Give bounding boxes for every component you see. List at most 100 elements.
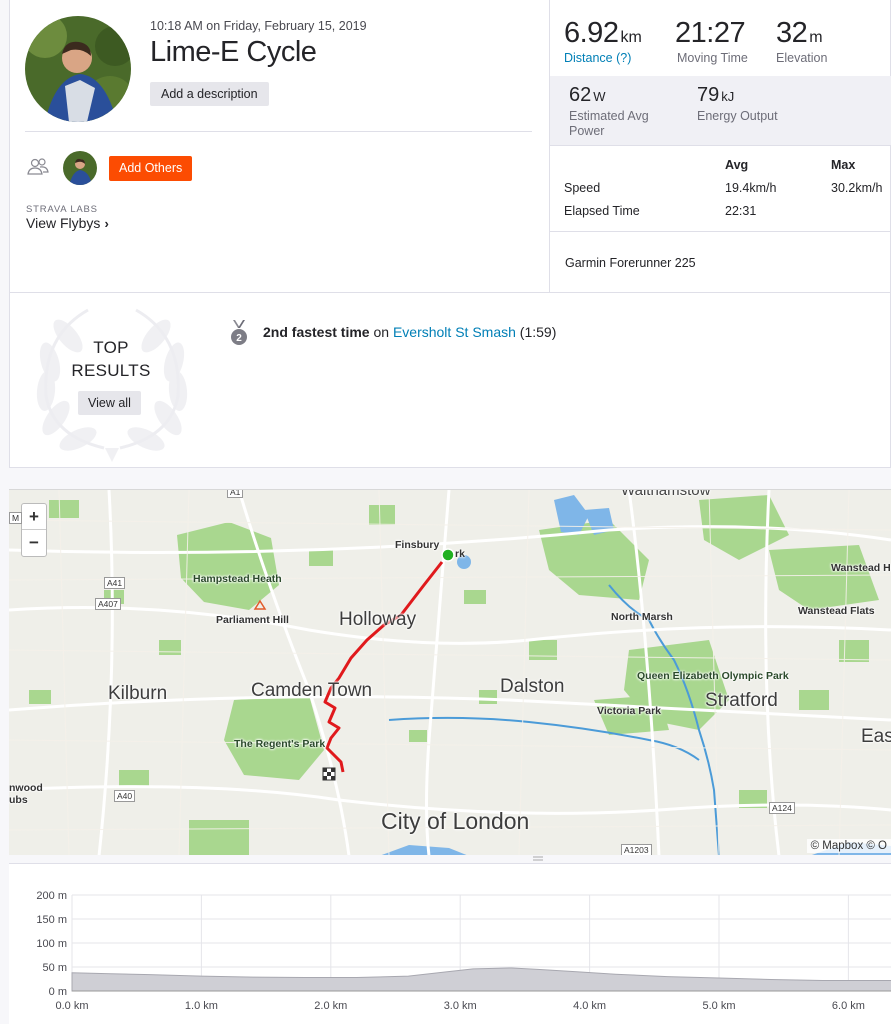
- place-label: Stratford: [705, 690, 778, 711]
- elevation-chart-plot: 200 m 150 m 100 m 50 m 0 m 0.0 km 1.0 km 2.0 km…: [36, 890, 891, 1012]
- group-icon: [27, 158, 49, 175]
- road-shield: A41: [104, 577, 126, 589]
- activity-stats: 6.92 km Distance (?) 21:27 Moving Time 32…: [549, 0, 891, 292]
- distance-label-link[interactable]: Distance (?): [564, 51, 642, 65]
- x-tick-label: 6.0 km: [832, 1000, 865, 1012]
- divider: [10, 292, 891, 293]
- elevation-label: Elevation: [776, 51, 828, 65]
- place-label: City of London: [381, 808, 530, 834]
- segment-link[interactable]: Eversholt St Smash: [393, 324, 516, 340]
- add-others-button[interactable]: Add Others: [109, 156, 193, 181]
- table-cell: 22:31: [725, 204, 757, 218]
- stat-energy: 79 kJ Energy Output: [697, 84, 807, 124]
- place-label: Walthamstow: [621, 489, 711, 499]
- elevation-area: [71, 967, 891, 992]
- add-description-button[interactable]: Add a description: [150, 82, 269, 106]
- view-flybys-label: View Flybys: [26, 215, 101, 231]
- moving-time-value: 21:27: [675, 17, 746, 49]
- zoom-out-button[interactable]: −: [22, 530, 46, 556]
- place-label: Hampstead Heath: [193, 573, 282, 585]
- place-label: Victoria Park: [597, 705, 662, 717]
- distance-unit: km: [620, 29, 642, 46]
- athlete-avatar-small[interactable]: [63, 151, 97, 185]
- table-header-avg: Avg: [725, 158, 749, 172]
- power-box: 62 W Estimated Avg Power 79 kJ Energy Outp…: [550, 76, 891, 146]
- place-label: Wanstead Flats: [798, 605, 875, 617]
- place-label: Finsbury: [395, 539, 440, 551]
- place-label: Wanstead Heath: [831, 562, 891, 574]
- top-results-line2: RESULTS: [71, 361, 151, 380]
- resize-handle-icon[interactable]: [532, 855, 544, 863]
- place-label: The Regent's Park: [234, 738, 326, 750]
- x-tick-label: 4.0 km: [573, 1000, 606, 1012]
- silver-medal-icon: 2: [231, 320, 247, 345]
- achievement-on: on: [369, 324, 393, 340]
- route-map[interactable]: + − Finsbury rk Holloway Camden Town Kil…: [9, 489, 891, 855]
- stat-moving-time: 21:27 Moving Time: [675, 17, 748, 65]
- elevation-value: 32: [776, 17, 808, 49]
- power-unit: W: [593, 89, 606, 104]
- place-label: Parliament Hill: [216, 614, 289, 626]
- stat-elevation: 32 m Elevation: [776, 17, 827, 65]
- athlete-avatar[interactable]: [25, 16, 131, 122]
- power-label: Estimated Avg Power: [569, 109, 649, 138]
- activity-title: Lime-E Cycle: [150, 36, 317, 68]
- table-row-label: Elapsed Time: [564, 204, 640, 218]
- map-attribution[interactable]: © Mapbox © O: [806, 839, 891, 853]
- x-tick-label: 5.0 km: [702, 1000, 735, 1012]
- divider: [25, 131, 532, 132]
- table-row-label: Speed: [564, 181, 601, 195]
- y-tick-label: 200 m: [36, 890, 67, 902]
- y-tick-label: 100 m: [36, 938, 67, 950]
- activity-datetime: 10:18 AM on Friday, February 15, 2019: [150, 19, 367, 33]
- place-label: Queen Elizabeth Olympic Park: [637, 670, 789, 682]
- road-shield: A40: [114, 790, 136, 802]
- top-results-line1: TOP: [93, 338, 129, 357]
- activity-summary: 10:18 AM on Friday, February 15, 2019 Li…: [10, 0, 550, 292]
- activity-card: 10:18 AM on Friday, February 15, 2019 Li…: [9, 0, 891, 468]
- x-tick-label: 3.0 km: [444, 1000, 477, 1012]
- energy-value: 79: [697, 84, 720, 106]
- strava-labs-label: STRAVA LABS: [26, 204, 98, 215]
- elevation-chart[interactable]: 200 m 150 m 100 m 50 m 0 m 0.0 km 1.0 km 2.0 km…: [9, 863, 891, 1024]
- chevron-right-icon: ›: [104, 216, 109, 231]
- achievement-rank: 2nd fastest time: [263, 324, 370, 340]
- moving-time-label: Moving Time: [677, 51, 748, 65]
- place-label: ubs: [9, 794, 28, 806]
- place-label: Camden Town: [251, 680, 373, 701]
- table-header-max: Max: [831, 158, 856, 172]
- road-shield: A1203: [621, 844, 652, 855]
- y-tick-label: 150 m: [36, 914, 67, 926]
- energy-label: Energy Output: [697, 109, 778, 123]
- road-shield: A1: [227, 490, 244, 498]
- achievement-text: 2nd fastest time on Eversholt St Smash (…: [263, 324, 556, 340]
- view-all-button[interactable]: View all: [78, 391, 141, 415]
- place-label: Holloway: [339, 609, 417, 630]
- elevation-unit: m: [809, 29, 823, 46]
- road-shield: M: [9, 512, 23, 524]
- x-tick-label: 2.0 km: [314, 1000, 347, 1012]
- zoom-control: + −: [21, 503, 47, 557]
- route-start-marker: [441, 548, 455, 562]
- power-value: 62: [569, 84, 592, 106]
- y-tick-label: 0 m: [49, 986, 67, 998]
- road-shield: A407: [95, 598, 121, 610]
- distance-value: 6.92: [564, 17, 619, 49]
- zoom-in-button[interactable]: +: [22, 504, 46, 530]
- x-tick-label: 1.0 km: [185, 1000, 218, 1012]
- place-label: rk: [455, 548, 465, 560]
- view-flybys-link[interactable]: View Flybys ›: [26, 215, 109, 231]
- place-label: Eas: [861, 726, 891, 747]
- route-finish-marker: [322, 767, 336, 781]
- medal-rank-text: 2: [236, 333, 242, 344]
- divider: [550, 231, 891, 232]
- energy-unit: kJ: [721, 89, 735, 104]
- table-cell: 30.2km/h: [831, 181, 883, 195]
- y-tick-label: 50 m: [43, 962, 67, 974]
- place-label: North Marsh: [611, 611, 673, 623]
- place-label: Dalston: [500, 676, 565, 697]
- road-shield: A124: [769, 802, 795, 814]
- segment-time: (1:59): [515, 324, 557, 340]
- stat-distance: 6.92 km Distance (?): [564, 17, 642, 65]
- device-name: Garmin Forerunner 225: [565, 256, 696, 270]
